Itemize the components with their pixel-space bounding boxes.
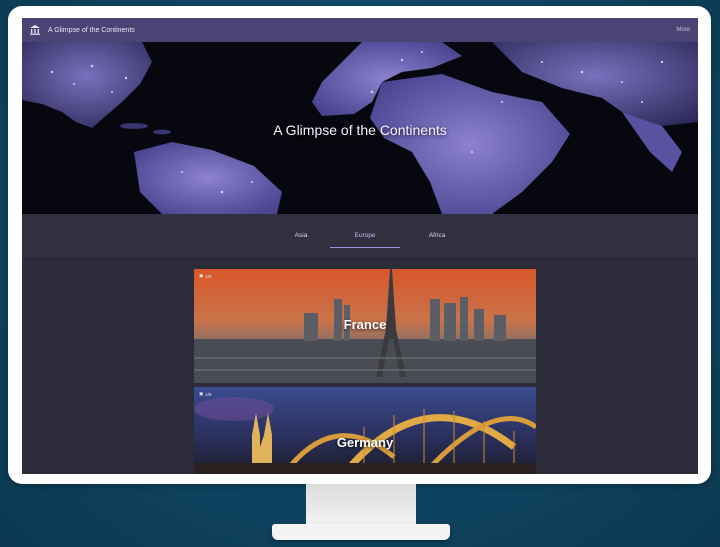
image-icon: ▣: [199, 391, 204, 396]
screen: A Glimpse of the Continents More A Glimp…: [22, 18, 698, 474]
monitor-frame: A Glimpse of the Continents More A Glimp…: [8, 6, 711, 484]
monitor-base: [272, 524, 450, 540]
tab-label: Asia: [294, 232, 308, 239]
card-germany[interactable]: ▣ 1/8 Germany: [194, 387, 536, 474]
card-title: Germany: [336, 435, 394, 450]
card-france[interactable]: ▣ 1/8 France: [194, 269, 536, 383]
tab-label: Africa: [428, 232, 446, 239]
image-icon: ▣: [199, 273, 204, 278]
cologne-bridge-image: [194, 387, 536, 474]
card-badge: ▣ 1/8: [199, 391, 212, 397]
tab-asia[interactable]: Asia: [286, 228, 316, 247]
more-link[interactable]: More: [676, 27, 690, 33]
hero-title: A Glimpse of the Continents: [273, 122, 447, 138]
continent-tabs: Asia Europe Africa: [22, 214, 698, 259]
story-list: ▣ 1/8 France ▣ 1/8 Germany: [22, 259, 698, 474]
monitor-neck: [306, 484, 416, 526]
app-title: A Glimpse of the Continents: [48, 26, 135, 34]
card-title: France: [343, 317, 387, 332]
museum-icon: [28, 23, 42, 37]
hero-banner: A Glimpse of the Continents: [22, 42, 698, 214]
tab-europe[interactable]: Europe: [330, 228, 400, 248]
tab-africa[interactable]: Africa: [420, 228, 454, 247]
card-badge: ▣ 1/8: [199, 273, 212, 279]
app-header: A Glimpse of the Continents More: [22, 18, 698, 42]
tab-label: Europe: [354, 232, 376, 239]
